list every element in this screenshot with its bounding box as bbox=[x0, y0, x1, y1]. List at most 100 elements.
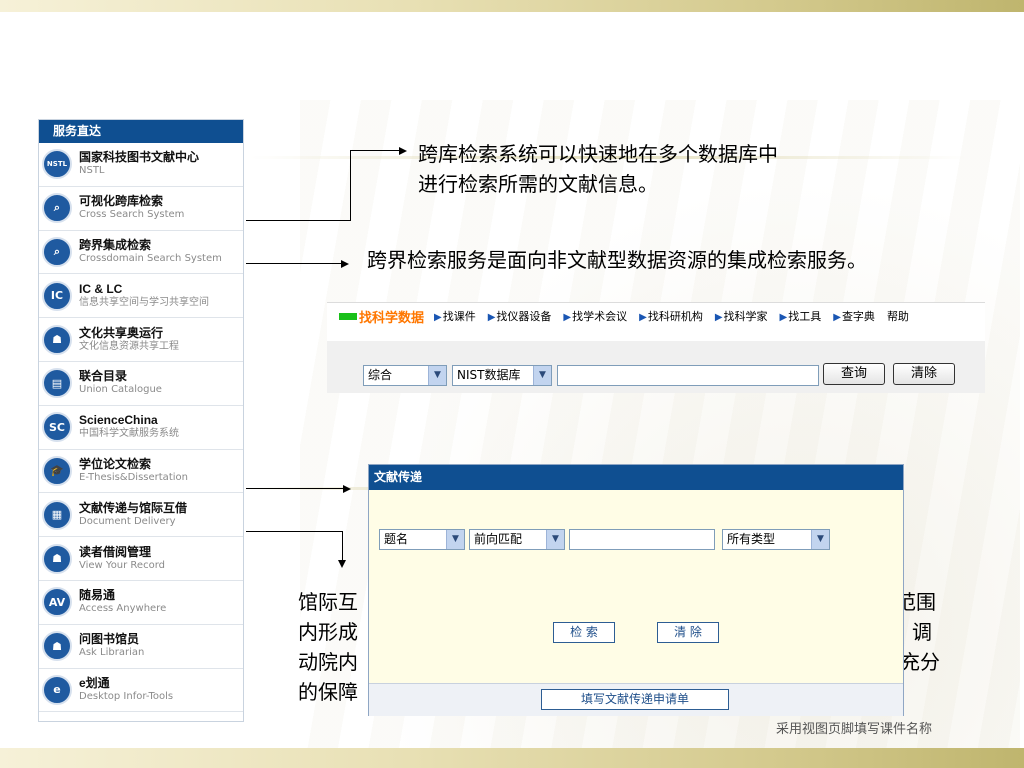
search-form: 综合 ▼ NIST数据库 ▼ 查询 清除 bbox=[327, 341, 985, 393]
search-input[interactable] bbox=[557, 365, 819, 386]
delivery-search-button[interactable]: 检 索 bbox=[553, 622, 615, 643]
help-link[interactable]: 帮助 bbox=[887, 308, 909, 324]
delivery-search-input[interactable] bbox=[569, 529, 715, 550]
document-delivery-dialog: 文献传递 题名 ▼ 前向匹配 ▼ 所有类型 ▼ 检 索 清 除 填写文献传递申请… bbox=[368, 464, 904, 716]
service-item[interactable]: AV 随易通 Access Anywhere bbox=[39, 581, 243, 625]
caption-cross-search-line2: 进行检索所需的文献信息。 bbox=[418, 172, 658, 196]
tab-find-science-data[interactable]: 找科学数据 bbox=[339, 307, 424, 326]
connector-line bbox=[350, 150, 400, 151]
chevron-down-icon[interactable]: ▼ bbox=[533, 366, 551, 385]
type-select[interactable]: 综合 ▼ bbox=[363, 365, 447, 386]
service-item-title: 联合目录 bbox=[79, 369, 128, 384]
triangle-right-icon: ▶ bbox=[639, 312, 647, 323]
service-item-title: 国家科技图书文献中心 bbox=[79, 150, 200, 165]
database-select[interactable]: NIST数据库 ▼ bbox=[452, 365, 552, 386]
service-item-text: 随易通 Access Anywhere bbox=[79, 589, 166, 615]
service-item[interactable]: IC IC & LC 信息共享空间与学习共享空间 bbox=[39, 274, 243, 319]
resource-tab[interactable]: ▶查字典 bbox=[833, 308, 875, 324]
resource-tab[interactable]: ▶找科研机构 bbox=[639, 308, 703, 324]
service-item[interactable]: ☗ 读者借阅管理 View Your Record bbox=[39, 537, 243, 581]
service-item-title: 学位论文检索 bbox=[79, 456, 152, 471]
resource-tab[interactable]: ▶找课件 bbox=[434, 308, 476, 324]
service-item-title: IC & LC bbox=[79, 281, 123, 296]
resource-tab[interactable]: ▶找仪器设备 bbox=[488, 308, 552, 324]
service-item-subtitle: 中国科学文献服务系统 bbox=[79, 428, 179, 440]
service-item[interactable]: e e划通 Desktop Infor-Tools bbox=[39, 669, 243, 713]
resource-tab[interactable]: ▶找学术会议 bbox=[563, 308, 627, 324]
doc-type-select-value: 所有类型 bbox=[727, 532, 776, 546]
query-button[interactable]: 查询 bbox=[823, 363, 885, 385]
field-select[interactable]: 题名 ▼ bbox=[379, 529, 465, 550]
resource-tab[interactable]: ▶找工具 bbox=[780, 308, 822, 324]
slide-footer: 采用视图页脚填写课件名称 bbox=[776, 722, 933, 737]
service-item-subtitle: View Your Record bbox=[79, 559, 165, 571]
service-item[interactable]: ☗ 问图书馆员 Ask Librarian bbox=[39, 625, 243, 669]
bottom-decor-band bbox=[0, 748, 1024, 768]
apply-delivery-button[interactable]: 填写文献传递申请单 bbox=[541, 689, 729, 710]
nstl-logo-icon: NSTL bbox=[42, 149, 72, 180]
ill-text-right-2: 调 bbox=[912, 620, 932, 644]
person-icon: ☗ bbox=[42, 324, 72, 355]
resource-tab[interactable]: ▶找科学家 bbox=[715, 308, 768, 324]
chevron-down-icon[interactable]: ▼ bbox=[811, 530, 829, 549]
service-item[interactable]: ⌕ 可视化跨库检索 Cross Search System bbox=[39, 187, 243, 231]
service-item-subtitle: 文化信息资源共享工程 bbox=[79, 340, 179, 352]
arrow-right-icon bbox=[399, 147, 407, 155]
ill-text-left-3: 动院内 bbox=[298, 650, 358, 674]
magnifier-icon: ⌕ bbox=[42, 236, 72, 267]
service-item[interactable]: SC ScienceChina 中国科学文献服务系统 bbox=[39, 406, 243, 450]
connector-line bbox=[246, 531, 343, 532]
service-item-subtitle: Cross Search System bbox=[79, 209, 185, 221]
service-item-title: 可视化跨库检索 bbox=[79, 194, 164, 209]
triangle-right-icon: ▶ bbox=[434, 312, 442, 323]
delivery-clear-button[interactable]: 清 除 bbox=[657, 622, 719, 643]
tab-list: ▶找课件 ▶找仪器设备 ▶找学术会议 ▶找科研机构 ▶找科学家 ▶找工具 ▶查字典 bbox=[434, 308, 887, 324]
catalogue-icon: ▤ bbox=[42, 368, 72, 399]
service-item[interactable]: 🎓 学位论文检索 E-Thesis&Dissertation bbox=[39, 450, 243, 494]
service-item[interactable]: ▦ 文献传递与馆际互借 Document Delivery bbox=[39, 493, 243, 538]
resource-tab-label: 查字典 bbox=[841, 310, 875, 323]
service-item[interactable]: ⌕ 跨界集成检索 Crossdomain Search System bbox=[39, 231, 243, 275]
magnifier-icon: ⌕ bbox=[42, 193, 72, 224]
sciencechina-logo-icon: SC bbox=[42, 412, 72, 443]
ill-text-right-3: 充分 bbox=[900, 650, 940, 674]
clear-button[interactable]: 清除 bbox=[893, 363, 955, 385]
resource-tab-label: 找课件 bbox=[442, 310, 476, 323]
document-icon: ▦ bbox=[42, 499, 72, 530]
service-item-subtitle: Desktop Infor-Tools bbox=[79, 690, 174, 702]
chevron-down-icon[interactable]: ▼ bbox=[446, 530, 464, 549]
service-item-text: e划通 Desktop Infor-Tools bbox=[79, 676, 174, 703]
service-item[interactable]: NSTL 国家科技图书文献中心 NSTL bbox=[39, 143, 243, 187]
service-item-title: 随易通 bbox=[79, 588, 116, 603]
top-decor-band bbox=[0, 0, 1024, 12]
resource-search-widget: 找科学数据 ▶找课件 ▶找仪器设备 ▶找学术会议 ▶找科研机构 ▶找科学家 ▶找工具 ▶查字… bbox=[327, 302, 985, 393]
match-select[interactable]: 前向匹配 ▼ bbox=[469, 529, 565, 550]
service-panel: 服务直达 NSTL 国家科技图书文献中心 NSTL ⌕ 可视化跨库检索 Cross Sea… bbox=[38, 119, 244, 722]
service-item-subtitle: Ask Librarian bbox=[79, 647, 145, 659]
service-item-text: 学位论文检索 E-Thesis&Dissertation bbox=[79, 456, 188, 484]
chevron-down-icon[interactable]: ▼ bbox=[546, 530, 564, 549]
service-item-subtitle: Crossdomain Search System bbox=[79, 252, 222, 264]
service-item-title: 文献传递与馆际互借 bbox=[79, 500, 188, 515]
connector-line bbox=[246, 263, 342, 264]
panel-title: 服务直达 bbox=[39, 120, 243, 143]
service-item-subtitle: Document Delivery bbox=[79, 515, 176, 527]
active-tab-marker bbox=[339, 312, 357, 320]
ic-logo-icon: IC bbox=[42, 280, 72, 311]
resource-tab-label: 找科学家 bbox=[723, 310, 768, 323]
connector-line bbox=[246, 488, 344, 489]
service-item-text: 可视化跨库检索 Cross Search System bbox=[79, 195, 184, 221]
service-item-subtitle: Union Catalogue bbox=[79, 384, 162, 396]
service-item[interactable]: ☗ 文化共享奥运行 文化信息资源共享工程 bbox=[39, 318, 243, 362]
connector-line bbox=[350, 150, 351, 221]
caption-crossdomain: 跨界检索服务是面向非文献型数据资源的集成检索服务。 bbox=[367, 248, 867, 272]
service-item-text: 文献传递与馆际互借 Document Delivery bbox=[79, 500, 188, 528]
doc-type-select[interactable]: 所有类型 ▼ bbox=[722, 529, 830, 550]
chevron-down-icon[interactable]: ▼ bbox=[428, 366, 446, 385]
field-select-value: 题名 bbox=[384, 532, 409, 546]
service-item-title: 问图书馆员 bbox=[79, 632, 140, 647]
triangle-right-icon: ▶ bbox=[487, 312, 496, 323]
service-item[interactable]: ▤ 联合目录 Union Catalogue bbox=[39, 362, 243, 406]
database-select-value: NIST数据库 bbox=[457, 368, 521, 382]
service-item-title: 跨界集成检索 bbox=[79, 237, 152, 252]
